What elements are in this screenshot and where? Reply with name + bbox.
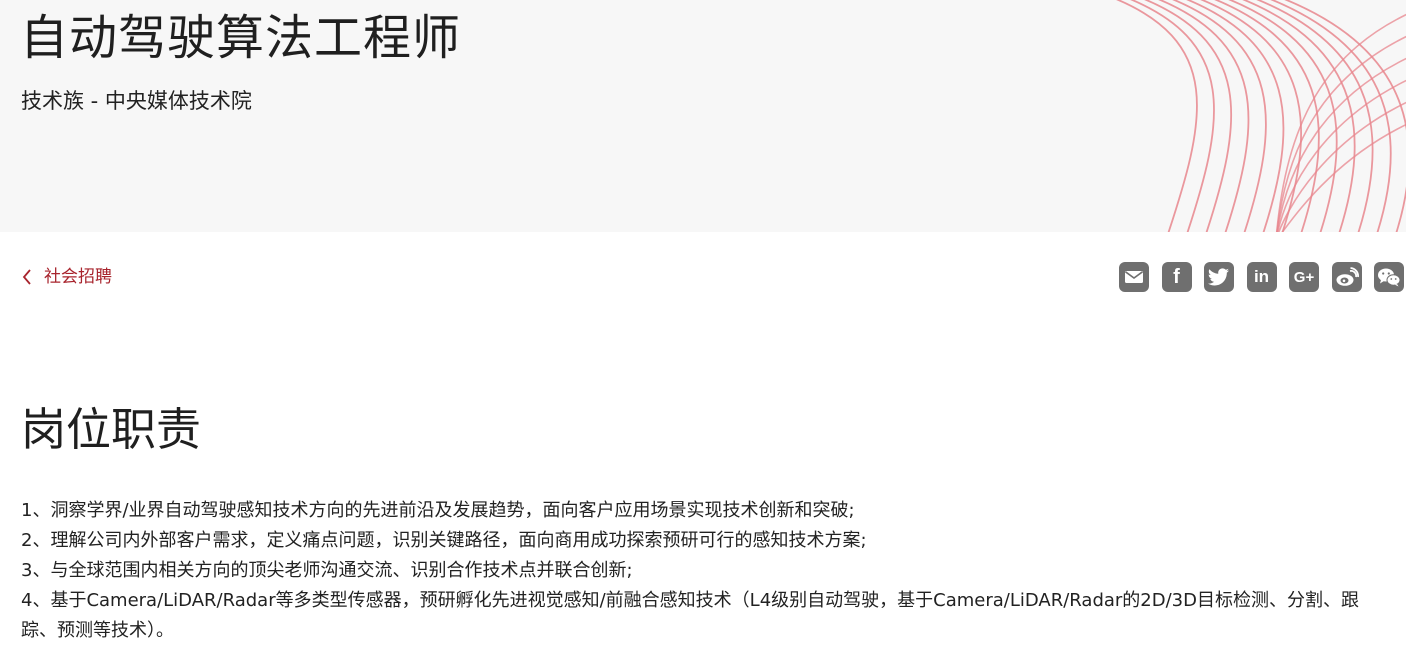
- weibo-icon: [1336, 267, 1359, 286]
- share-linkedin-button[interactable]: in: [1246, 262, 1277, 292]
- share-wechat-button[interactable]: [1374, 262, 1404, 292]
- decorative-curve-line: [1115, 0, 1198, 232]
- share-twitter-button[interactable]: [1204, 262, 1234, 292]
- back-link[interactable]: 社会招聘: [22, 264, 112, 290]
- list-item: 1、洞察学界/业界自动驾驶感知技术方向的先进前沿及发展趋势，面向客户应用场景实现…: [21, 500, 855, 521]
- chevron-left-icon: [22, 264, 38, 290]
- back-link-label: 社会招聘: [44, 267, 112, 287]
- job-department: 技术族 - 中央媒体技术院: [21, 89, 252, 113]
- decorative-curves: [1115, 0, 1406, 232]
- list-item: 4、基于Camera/LiDAR/Radar等多类型传感器，预研孵化先进视觉感知…: [21, 590, 1359, 641]
- responsibilities-heading: 岗位职责: [21, 403, 202, 456]
- wechat-icon: [1378, 268, 1401, 287]
- mail-icon: [1125, 271, 1143, 283]
- share-bar: f in G+: [1119, 262, 1404, 292]
- list-item: 3、与全球范围内相关方向的顶尖老师沟通交流、识别合作技术点并联合创新;: [21, 560, 633, 581]
- job-title: 自动驾驶算法工程师: [20, 10, 462, 66]
- list-item: 2、理解公司内外部客户需求，定义痛点问题，识别关键路径，面向商用成功探索预研可行…: [21, 530, 867, 551]
- responsibilities-list: 1、洞察学界/业界自动驾驶感知技术方向的先进前沿及发展趋势，面向客户应用场景实现…: [21, 496, 1391, 646]
- share-weibo-button[interactable]: [1331, 262, 1362, 292]
- share-googleplus-button[interactable]: G+: [1289, 262, 1319, 292]
- share-facebook-button[interactable]: f: [1161, 262, 1192, 292]
- facebook-icon: f: [1173, 265, 1180, 288]
- share-email-button[interactable]: [1119, 262, 1149, 292]
- google-plus-icon: G+: [1293, 268, 1315, 286]
- decorative-curve-line: [1213, 0, 1320, 232]
- twitter-icon: [1208, 268, 1229, 286]
- decorative-curve-line: [1281, 123, 1406, 232]
- linkedin-icon: in: [1253, 267, 1270, 286]
- header-banner: 自动驾驶算法工程师 技术族 - 中央媒体技术院: [0, 0, 1406, 232]
